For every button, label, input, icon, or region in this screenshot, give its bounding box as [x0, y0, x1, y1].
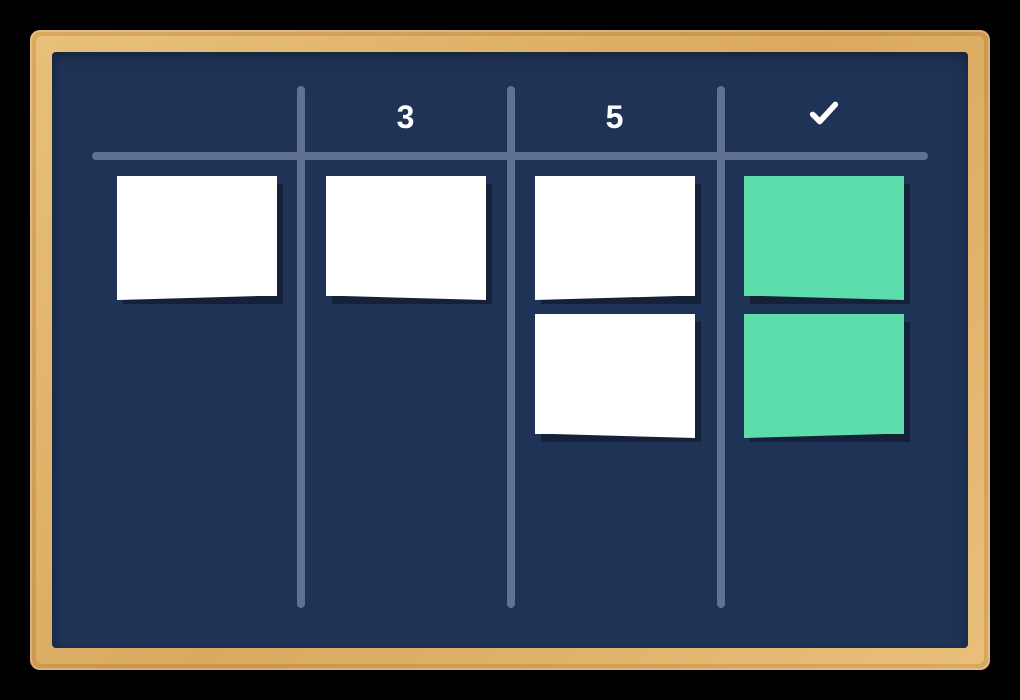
column-4-body — [727, 152, 920, 434]
kanban-card[interactable] — [535, 314, 695, 434]
column-1-header — [100, 82, 293, 152]
picture-frame-outer: 3 5 — [30, 30, 990, 670]
column-4-header — [727, 82, 920, 152]
column-2-header-label: 3 — [397, 99, 415, 136]
kanban-card[interactable] — [744, 176, 904, 296]
column-2-header: 3 — [309, 82, 502, 152]
columns-container: 3 5 — [52, 52, 968, 648]
kanban-card[interactable] — [535, 176, 695, 296]
column-2-body — [309, 152, 502, 296]
kanban-board: 3 5 — [52, 52, 968, 648]
kanban-card[interactable] — [117, 176, 277, 296]
column-3-body — [518, 152, 711, 434]
checkmark-icon — [807, 96, 841, 138]
column-3: 5 — [510, 82, 719, 608]
column-3-header-label: 5 — [606, 99, 624, 136]
column-4 — [719, 82, 928, 608]
column-2: 3 — [301, 82, 510, 608]
column-1-body — [100, 152, 293, 296]
column-3-header: 5 — [518, 82, 711, 152]
kanban-card[interactable] — [326, 176, 486, 296]
picture-frame-inner: 3 5 — [36, 36, 984, 664]
column-1 — [92, 82, 301, 608]
kanban-card[interactable] — [744, 314, 904, 434]
